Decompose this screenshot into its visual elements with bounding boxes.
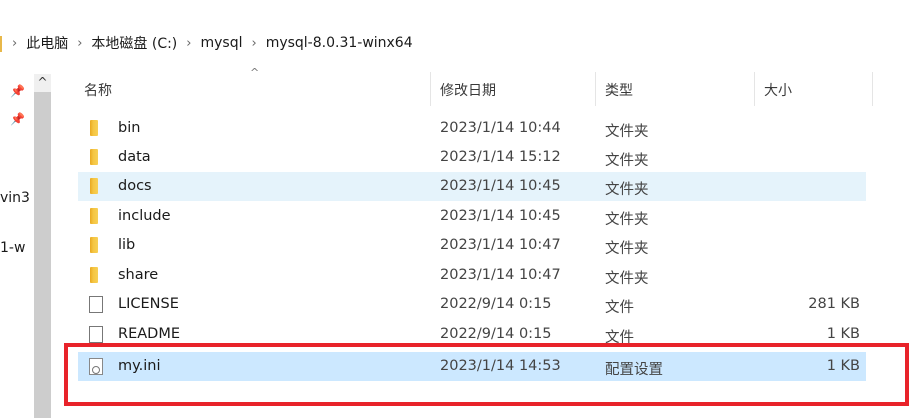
file-row-include[interactable]: include 2023/1/14 10:45 文件夹 (78, 202, 866, 231)
file-type: 文件夹 (605, 182, 649, 198)
file-size: 281 KB (808, 296, 860, 312)
file-icon (89, 296, 103, 313)
breadcrumb-label: 此电脑 (26, 36, 69, 52)
nav-item-truncated[interactable]: vin3 (0, 190, 30, 206)
folder-icon (90, 208, 98, 224)
file-date: 2023/1/14 10:47 (440, 237, 561, 253)
file-name: docs (118, 178, 152, 194)
column-divider[interactable] (430, 72, 431, 106)
file-date: 2023/1/14 10:47 (440, 267, 561, 283)
file-date: 2023/1/14 15:12 (440, 149, 561, 165)
file-row-license[interactable]: LICENSE 2022/9/14 0:15 文件 281 KB (78, 290, 866, 319)
chevron-right-icon: › (251, 35, 257, 51)
file-date: 2023/1/14 10:45 (440, 178, 561, 194)
address-bar[interactable]: › 此电脑 › 本地磁盘 (C:) › mysql › mysql-8.0.31… (0, 28, 917, 58)
breadcrumb-mysql[interactable]: › mysql (177, 35, 242, 51)
breadcrumb-this-pc[interactable]: › 此电脑 (0, 33, 68, 53)
file-row-share[interactable]: share 2023/1/14 10:47 文件夹 (78, 261, 866, 290)
file-row-bin[interactable]: bin 2023/1/14 10:44 文件夹 (78, 114, 866, 143)
file-type: 文件 (605, 300, 634, 316)
file-row-docs[interactable]: docs 2023/1/14 10:45 文件夹 (78, 172, 866, 201)
file-name: README (118, 326, 180, 342)
column-header-name[interactable]: 名称 (84, 80, 112, 100)
folder-icon (90, 178, 98, 194)
breadcrumb-label: mysql-8.0.31-winx64 (265, 35, 413, 51)
file-name: share (118, 267, 159, 283)
column-divider[interactable] (754, 72, 755, 106)
file-type: 文件夹 (605, 124, 649, 140)
annotation-highlight-box (64, 343, 909, 406)
file-date: 2023/1/14 10:44 (440, 120, 561, 136)
file-row-data[interactable]: data 2023/1/14 15:12 文件夹 (78, 143, 866, 172)
file-name: data (118, 149, 151, 165)
nav-indicator (0, 36, 2, 52)
scroll-up-icon[interactable]: ^ (34, 74, 51, 91)
breadcrumb-label: 本地磁盘 (C:) (91, 36, 178, 52)
chevron-right-icon: › (12, 35, 18, 51)
nav-item-truncated[interactable]: 1-w (0, 240, 25, 256)
file-name: LICENSE (118, 296, 179, 312)
file-date: 2022/9/14 0:15 (440, 296, 552, 312)
file-type: 文件夹 (605, 153, 649, 169)
file-icon (89, 326, 103, 343)
folder-icon (90, 267, 98, 283)
nav-scrollbar-thumb[interactable] (34, 92, 51, 418)
file-name: lib (118, 237, 136, 253)
column-header-row: ^ 名称 修改日期 类型 大小 (78, 66, 873, 106)
file-row-lib[interactable]: lib 2023/1/14 10:47 文件夹 (78, 231, 866, 260)
column-header-type[interactable]: 类型 (605, 80, 633, 100)
pin-icon[interactable]: 📌 (10, 84, 25, 98)
file-size: 1 KB (826, 326, 860, 342)
breadcrumb-label: mysql (200, 35, 243, 51)
breadcrumb-mysql-folder[interactable]: › mysql-8.0.31-winx64 (242, 35, 412, 51)
folder-icon (90, 149, 98, 165)
file-name: include (118, 208, 171, 224)
file-date: 2023/1/14 10:45 (440, 208, 561, 224)
file-type: 文件夹 (605, 241, 649, 257)
sort-ascending-icon: ^ (250, 66, 260, 79)
pin-icon[interactable]: 📌 (10, 112, 25, 126)
file-type: 文件夹 (605, 212, 649, 228)
column-header-date[interactable]: 修改日期 (440, 80, 496, 100)
chevron-right-icon: › (77, 35, 83, 51)
folder-icon (90, 237, 98, 253)
breadcrumb-drive-c[interactable]: › 本地磁盘 (C:) (68, 33, 177, 53)
file-type: 文件夹 (605, 271, 649, 287)
file-name: bin (118, 120, 141, 136)
column-divider[interactable] (595, 72, 596, 106)
column-divider[interactable] (872, 72, 873, 106)
folder-icon (90, 120, 98, 136)
file-date: 2022/9/14 0:15 (440, 326, 552, 342)
column-header-size[interactable]: 大小 (764, 80, 792, 100)
chevron-right-icon: › (186, 35, 192, 51)
